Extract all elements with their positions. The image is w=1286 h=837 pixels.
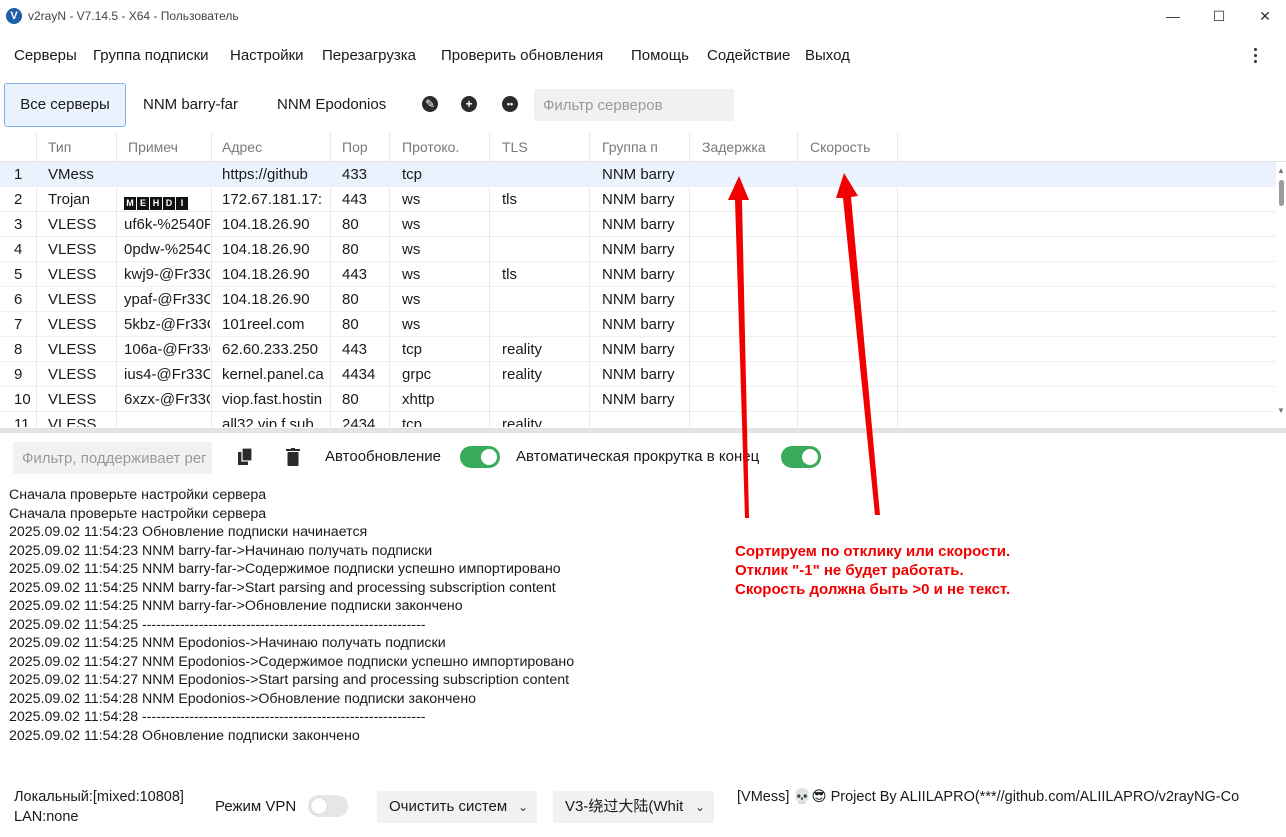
arrow-to-speed: [836, 173, 880, 515]
local-port-status: Локальный:[mixed:10808]: [14, 789, 184, 805]
system-proxy-select[interactable]: Очистить систем ⌄: [377, 791, 537, 823]
routing-select[interactable]: V3-绕过大陆(Whit ⌄: [553, 791, 714, 823]
system-proxy-value: Очистить систем: [389, 798, 508, 815]
chevron-down-icon: ⌄: [694, 800, 705, 814]
arrow-to-latency: [728, 176, 749, 518]
vpn-mode-label: Режим VPN: [215, 798, 297, 815]
chevron-down-icon: ⌄: [517, 800, 528, 814]
annotation-line: Скорость должна быть >0 и не текст.: [735, 581, 1011, 598]
annotation-arrows: [728, 173, 880, 518]
vpn-mode-toggle[interactable]: [308, 795, 348, 817]
annotation-line: Отклик "-1" не будет работать.: [735, 562, 964, 579]
lan-status: LAN:none: [14, 809, 79, 825]
annotation-line: Сортируем по отклику или скорости.: [735, 543, 1011, 560]
current-server-info: [VMess] 💀😎 Project By ALIILAPRO(***//git…: [737, 789, 1240, 805]
routing-value: V3-绕过大陆(Whit: [565, 798, 684, 815]
annotation-text: Сортируем по отклику или скорости. Откли…: [735, 542, 1010, 599]
